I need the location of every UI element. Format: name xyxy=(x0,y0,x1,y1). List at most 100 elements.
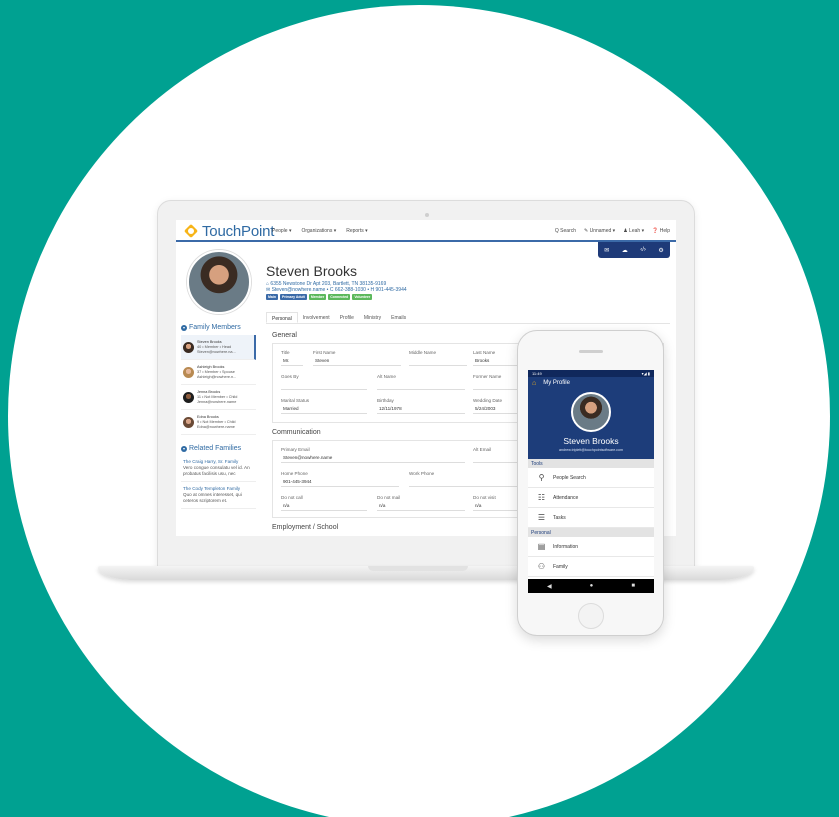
profile-avatar[interactable] xyxy=(187,250,251,314)
nav-user[interactable]: ♟ Leah ▾ xyxy=(623,228,644,234)
nav-help[interactable]: ❓ Help xyxy=(652,228,670,234)
phone-screen: 11:49 ▾◢ ▮ ⌂ My Profile Steven Brooks an… xyxy=(528,370,654,593)
member-email: Edna@nowhere.name xyxy=(197,424,235,429)
first-name-field[interactable]: First Name Steven xyxy=(313,350,401,366)
information-icon: ▤ xyxy=(537,541,546,551)
alt-name-field[interactable]: Alt Name xyxy=(377,374,465,390)
phone-app-title: My Profile xyxy=(543,380,570,386)
tab-involvement[interactable]: Involvement xyxy=(298,312,335,323)
personal-item-label: Family xyxy=(553,563,568,570)
list-item[interactable]: Jenna Brooks 11 • Not Member • Child Jen… xyxy=(181,385,256,410)
list-item[interactable]: Ashleigh Brooks 37 • Member • Spouse Ash… xyxy=(181,360,256,385)
home-nav-icon[interactable]: ● xyxy=(590,583,594,589)
tab-emails[interactable]: Emails xyxy=(386,312,411,323)
attendance-icon: ☷ xyxy=(537,492,546,502)
personal-item-family[interactable]: ⚇ Family xyxy=(528,557,654,577)
related-families-header[interactable]: ▾ Related Families xyxy=(181,445,256,452)
tools-item-label: Tasks xyxy=(553,514,566,521)
phone-profile-name: Steven Brooks xyxy=(563,436,619,446)
tasks-icon: ☰ xyxy=(537,512,546,522)
tools-section-header: Tools xyxy=(528,459,654,468)
tools-item-attendance[interactable]: ☷ Attendance xyxy=(528,488,654,508)
status-badge: Connected xyxy=(328,294,351,300)
middle-name-field[interactable]: Middle Name xyxy=(409,350,467,366)
touchpoint-logo-icon xyxy=(184,224,198,238)
home-phone-field[interactable]: Home Phone 901-445-3944 xyxy=(281,471,399,487)
phone-profile-email: andrew.triplett@touchpointsoftware.com xyxy=(559,448,623,452)
sidebar: ▾ Family Members Steven Brooks 40 • Memb… xyxy=(181,324,256,536)
do-not-mail-field[interactable]: Do not mail n/a xyxy=(377,495,465,511)
avatar xyxy=(183,391,194,403)
page-title: Steven Brooks xyxy=(266,263,358,279)
avatar[interactable] xyxy=(571,392,611,432)
nav-menu-right: Q Search ✎ Unnamed ▾ ♟ Leah ▾ ❓ Help xyxy=(555,228,670,234)
phone-app-bar: ⌂ My Profile xyxy=(528,377,654,389)
avatar xyxy=(183,341,194,353)
primary-email-field[interactable]: Primary Email Steven@nowhere.name xyxy=(281,447,465,463)
marital-status-field[interactable]: Marital Status Married xyxy=(281,398,367,414)
title-field[interactable]: Title Mr. xyxy=(281,350,303,366)
nav-organizations[interactable]: Organizations ▾ xyxy=(301,228,336,234)
tools-item-tasks[interactable]: ☰ Tasks xyxy=(528,508,654,528)
member-info: 40 • Member • Head xyxy=(197,344,232,349)
nav-unnamed[interactable]: ✎ Unnamed ▾ xyxy=(584,228,615,234)
action-toolbar: ✉ ☁ ‹/› ⚙ xyxy=(598,242,670,258)
personal-item-information[interactable]: ▤ Information xyxy=(528,537,654,557)
profile-contact[interactable]: ✉ Steven@nowhere.name • C 662-388-1030 •… xyxy=(266,287,407,293)
list-item[interactable]: Edna Brooks 9 • Not Member • Child Edna@… xyxy=(181,410,256,435)
related-families-title: Related Families xyxy=(189,445,242,452)
tab-ministry[interactable]: Ministry xyxy=(359,312,386,323)
profile-tabs: Personal Involvement Profile Ministry Em… xyxy=(266,312,670,324)
chevron-down-icon: ▾ xyxy=(181,445,187,452)
people-search-icon: ⚲ xyxy=(538,472,545,482)
logo-text: TouchPoint xyxy=(202,222,275,240)
avatar xyxy=(183,416,194,428)
envelope-icon[interactable]: ✉ xyxy=(604,247,609,254)
family-members-header[interactable]: ▾ Family Members xyxy=(181,324,256,331)
related-family-desc: Quo at omnes interesset, qui ceteros scr… xyxy=(183,492,242,503)
list-item[interactable]: The Cody Templeton Family Quo at omnes i… xyxy=(181,482,256,509)
member-email: Ashleigh@nowhere.n... xyxy=(197,374,237,379)
work-phone-field[interactable]: Work Phone xyxy=(409,471,527,487)
member-email: Steven@nowhere.na... xyxy=(197,349,236,354)
status-badges: Main Primary Adult Member Connected Volu… xyxy=(266,294,373,300)
phone-profile-header: Steven Brooks andrew.triplett@touchpoint… xyxy=(528,389,654,459)
status-badge: Main xyxy=(266,294,278,300)
status-badge: Volunteer xyxy=(352,294,373,300)
gear-icon[interactable]: ⚙ xyxy=(658,247,663,254)
phone-nav-bar: ◀ ● ■ xyxy=(528,579,654,593)
nav-people[interactable]: People ▾ xyxy=(272,228,291,234)
list-item[interactable]: Steven Brooks 40 • Member • Head Steven@… xyxy=(181,335,256,360)
status-badge: Primary Adult xyxy=(279,294,307,300)
goes-by-field[interactable]: Goes By xyxy=(281,374,367,390)
tools-item-people-search[interactable]: ⚲ People Search xyxy=(528,468,654,488)
do-not-call-field[interactable]: Do not call n/a xyxy=(281,495,367,511)
laptop-camera xyxy=(425,213,429,217)
recents-icon[interactable]: ■ xyxy=(631,583,635,589)
cloud-upload-icon[interactable]: ☁ xyxy=(622,247,628,254)
status-time: 11:49 xyxy=(532,371,542,376)
logo[interactable]: TouchPoint xyxy=(184,222,275,240)
tab-personal[interactable]: Personal xyxy=(266,312,298,323)
family-icon: ⚇ xyxy=(537,561,546,571)
list-item[interactable]: The Craig Harry, Sr. Family Vero congue … xyxy=(181,455,256,482)
birthday-field[interactable]: Birthday 12/11/1978 xyxy=(377,398,465,414)
personal-section-header: Personal xyxy=(528,528,654,537)
nav-reports[interactable]: Reports ▾ xyxy=(346,228,367,234)
member-info: 37 • Member • Spouse xyxy=(197,369,235,374)
phone-status-bar: 11:49 ▾◢ ▮ xyxy=(528,370,654,377)
family-members-title: Family Members xyxy=(189,324,241,331)
tools-item-label: Attendance xyxy=(553,494,579,501)
laptop-notch xyxy=(368,566,468,571)
personal-item-label: Information xyxy=(553,543,579,550)
member-email: Jenna@nowhere.name xyxy=(197,399,237,404)
tab-profile[interactable]: Profile xyxy=(335,312,359,323)
member-info: 11 • Not Member • Child xyxy=(197,394,238,399)
signal-icon: ▾◢ ▮ xyxy=(641,371,650,376)
avatar xyxy=(183,366,194,378)
home-icon[interactable]: ⌂ xyxy=(532,380,536,387)
nav-search[interactable]: Q Search xyxy=(555,228,576,234)
code-icon[interactable]: ‹/› xyxy=(640,247,646,253)
back-icon[interactable]: ◀ xyxy=(547,583,552,590)
phone-home-button[interactable] xyxy=(578,603,604,629)
